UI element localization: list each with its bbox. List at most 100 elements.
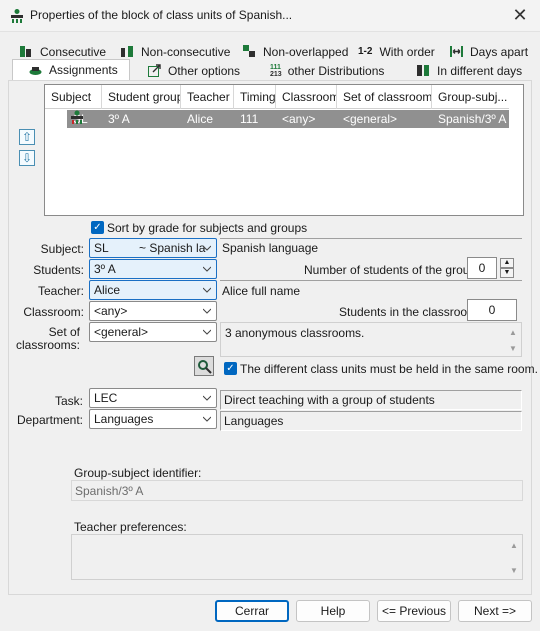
arrow-down-icon: ⇩ <box>21 151 33 165</box>
spin-down-button[interactable]: ▼ <box>500 268 514 278</box>
teacher-description-box: Alice full name <box>220 280 522 300</box>
same-room-checkbox[interactable]: ✓ <box>224 362 237 375</box>
task-description: Direct teaching with a group of students <box>220 390 522 410</box>
different-days-icon <box>417 65 429 76</box>
window-title: Properties of the block of class units o… <box>30 8 293 22</box>
department-label: Department: <box>16 413 83 427</box>
non-consecutive-icon <box>121 46 133 57</box>
students-in-classroom-field[interactable]: 0 <box>467 299 517 321</box>
assignments-icon <box>29 66 42 75</box>
column-header[interactable]: Student group <box>102 85 181 109</box>
scroll-down-icon[interactable]: ▼ <box>508 344 518 354</box>
tab-label: With order <box>379 44 435 59</box>
teacher-preferences-field: ▲ ▼ <box>71 534 523 580</box>
column-header[interactable]: Group-subj... <box>432 85 509 109</box>
tab-label: Non-overlapped <box>263 44 349 59</box>
students-value: 3º A <box>94 262 116 276</box>
table-row[interactable]: SL 3º A Alice 111 <any> <general> Spanis… <box>67 110 509 128</box>
chevron-down-icon <box>203 308 211 314</box>
set-of-classrooms-label: Set of classrooms: <box>10 326 80 352</box>
move-up-button[interactable]: ⇧ <box>19 129 35 145</box>
tab-label: Assignments <box>49 63 118 77</box>
assignments-grid[interactable]: Subject Student group Teacher Timing Cla… <box>44 84 524 216</box>
tab-label: In different days <box>437 63 523 78</box>
students-select[interactable]: 3º A <box>89 259 217 279</box>
chevron-down-icon <box>203 266 211 272</box>
distributions-icon-bottom: 213 <box>270 70 282 78</box>
tab-non-overlapped[interactable]: Non-overlapped <box>243 42 348 61</box>
cell-student-group: 3º A <box>108 112 130 126</box>
chevron-down-icon <box>203 416 211 422</box>
set-of-classrooms-label-line2: classrooms: <box>15 338 80 352</box>
chevron-down-icon <box>203 395 211 401</box>
tab-assignments[interactable]: Assignments <box>12 59 130 80</box>
task-select[interactable]: LEC <box>89 388 217 408</box>
class-unit-icon <box>71 110 83 124</box>
teacher-label: Teacher: <box>37 284 84 298</box>
spin-up-button[interactable]: ▲ <box>500 258 514 268</box>
tab-non-consecutive[interactable]: Non-consecutive <box>121 42 230 61</box>
arrow-up-icon: ⇧ <box>21 130 33 144</box>
tab-other-distributions[interactable]: 111 213 other Distributions <box>270 61 384 80</box>
teacher-value: Alice <box>94 283 121 297</box>
grid-header: Subject Student group Teacher Timing Cla… <box>45 85 509 109</box>
subject-description-box: Spanish language <box>220 238 522 258</box>
classroom-value: <any> <box>94 304 128 318</box>
teacher-select[interactable]: Alice <box>89 280 217 300</box>
consecutive-icon <box>20 46 31 57</box>
tab-label: Days apart <box>470 44 529 59</box>
students-label: Students: <box>33 263 84 277</box>
close-button[interactable]: Cerrar <box>215 600 289 622</box>
column-header[interactable]: Teacher <box>181 85 234 109</box>
find-classroom-button[interactable] <box>194 356 214 376</box>
scroll-up-icon[interactable]: ▲ <box>508 328 518 338</box>
column-header[interactable]: Timing <box>234 85 276 109</box>
app-logo-icon <box>11 9 23 23</box>
tab-with-order[interactable]: 1-2 With order <box>358 42 435 61</box>
scroll-up-icon[interactable]: ▲ <box>509 541 519 551</box>
column-header[interactable]: Subject <box>45 85 102 109</box>
cell-set-of-classrooms: <general> <box>343 112 398 126</box>
department-description: Languages <box>220 411 522 431</box>
non-overlapped-icon <box>243 45 255 57</box>
task-value: LEC <box>94 391 118 405</box>
column-header[interactable]: Set of classrooms <box>337 85 432 109</box>
cell-group-subject: Spanish/3º A <box>438 112 507 126</box>
title-bar: Properties of the block of class units o… <box>0 0 540 32</box>
search-classroom-icon <box>198 360 212 374</box>
group-subject-identifier-field: Spanish/3º A <box>71 480 523 501</box>
previous-button[interactable]: <= Previous <box>377 600 451 622</box>
department-select[interactable]: Languages <box>89 409 217 429</box>
distributions-icon-top: 111 <box>270 63 281 71</box>
column-header[interactable]: Classroom <box>276 85 337 109</box>
group-subject-identifier-label: Group-subject identifier: <box>74 466 202 480</box>
sort-by-grade-label: Sort by grade for subjects and groups <box>107 221 308 235</box>
chevron-down-icon <box>203 245 211 251</box>
tab-days-apart[interactable]: Days apart <box>450 42 528 61</box>
subject-select[interactable]: SL ~ Spanish la <box>89 238 217 258</box>
distributions-icon: 111 213 <box>270 64 282 78</box>
group-subject-identifier-value: Spanish/3º A <box>75 484 144 498</box>
chevron-down-icon <box>203 287 211 293</box>
students-in-classroom-label: Students in the classroom: <box>339 305 481 319</box>
days-apart-icon <box>450 46 463 57</box>
cell-classroom: <any> <box>282 112 316 126</box>
department-value: Languages <box>94 412 154 426</box>
close-icon[interactable]: ✕ <box>508 4 532 28</box>
tab-label: other Distributions <box>287 63 385 78</box>
teacher-description: Alice full name <box>222 284 301 298</box>
students-count-label: Number of students of the group: <box>304 263 480 277</box>
students-count-field[interactable]: 0 <box>467 257 497 279</box>
cell-timing: 111 <box>240 112 259 126</box>
sort-by-grade-checkbox[interactable]: ✓ <box>91 221 104 234</box>
scroll-down-icon[interactable]: ▼ <box>509 566 519 576</box>
with-order-icon: 1-2 <box>358 46 373 57</box>
next-button[interactable]: Next => <box>458 600 532 622</box>
set-of-classrooms-description: 3 anonymous classrooms. <box>225 326 365 340</box>
tab-in-different-days[interactable]: In different days <box>417 61 522 80</box>
classroom-select[interactable]: <any> <box>89 301 217 321</box>
set-of-classrooms-select[interactable]: <general> <box>89 322 217 342</box>
tab-other-options[interactable]: Other options <box>148 61 240 80</box>
help-button[interactable]: Help <box>296 600 370 622</box>
move-down-button[interactable]: ⇩ <box>19 150 35 166</box>
